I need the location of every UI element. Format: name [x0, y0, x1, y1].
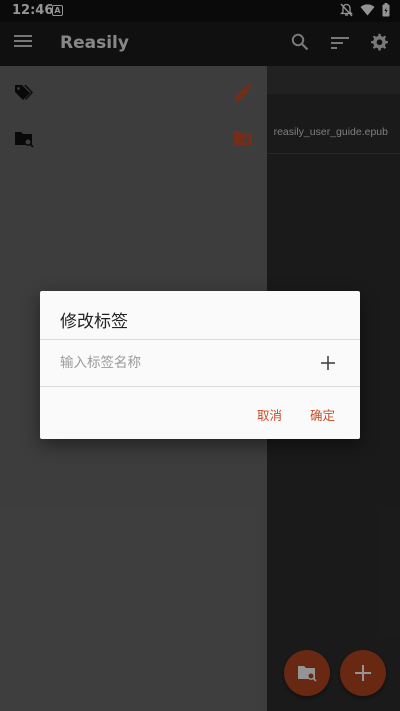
plus-icon: [321, 356, 335, 370]
cancel-button[interactable]: 取消: [257, 405, 282, 424]
dialog-divider: [40, 386, 360, 387]
add-tag-button[interactable]: [316, 351, 340, 375]
edit-tag-dialog: 修改标签 取消 确定: [40, 291, 360, 439]
dialog-divider: [40, 339, 360, 340]
tag-name-input[interactable]: [60, 351, 300, 375]
dialog-title: 修改标签: [60, 312, 128, 332]
confirm-button[interactable]: 确定: [310, 405, 335, 424]
